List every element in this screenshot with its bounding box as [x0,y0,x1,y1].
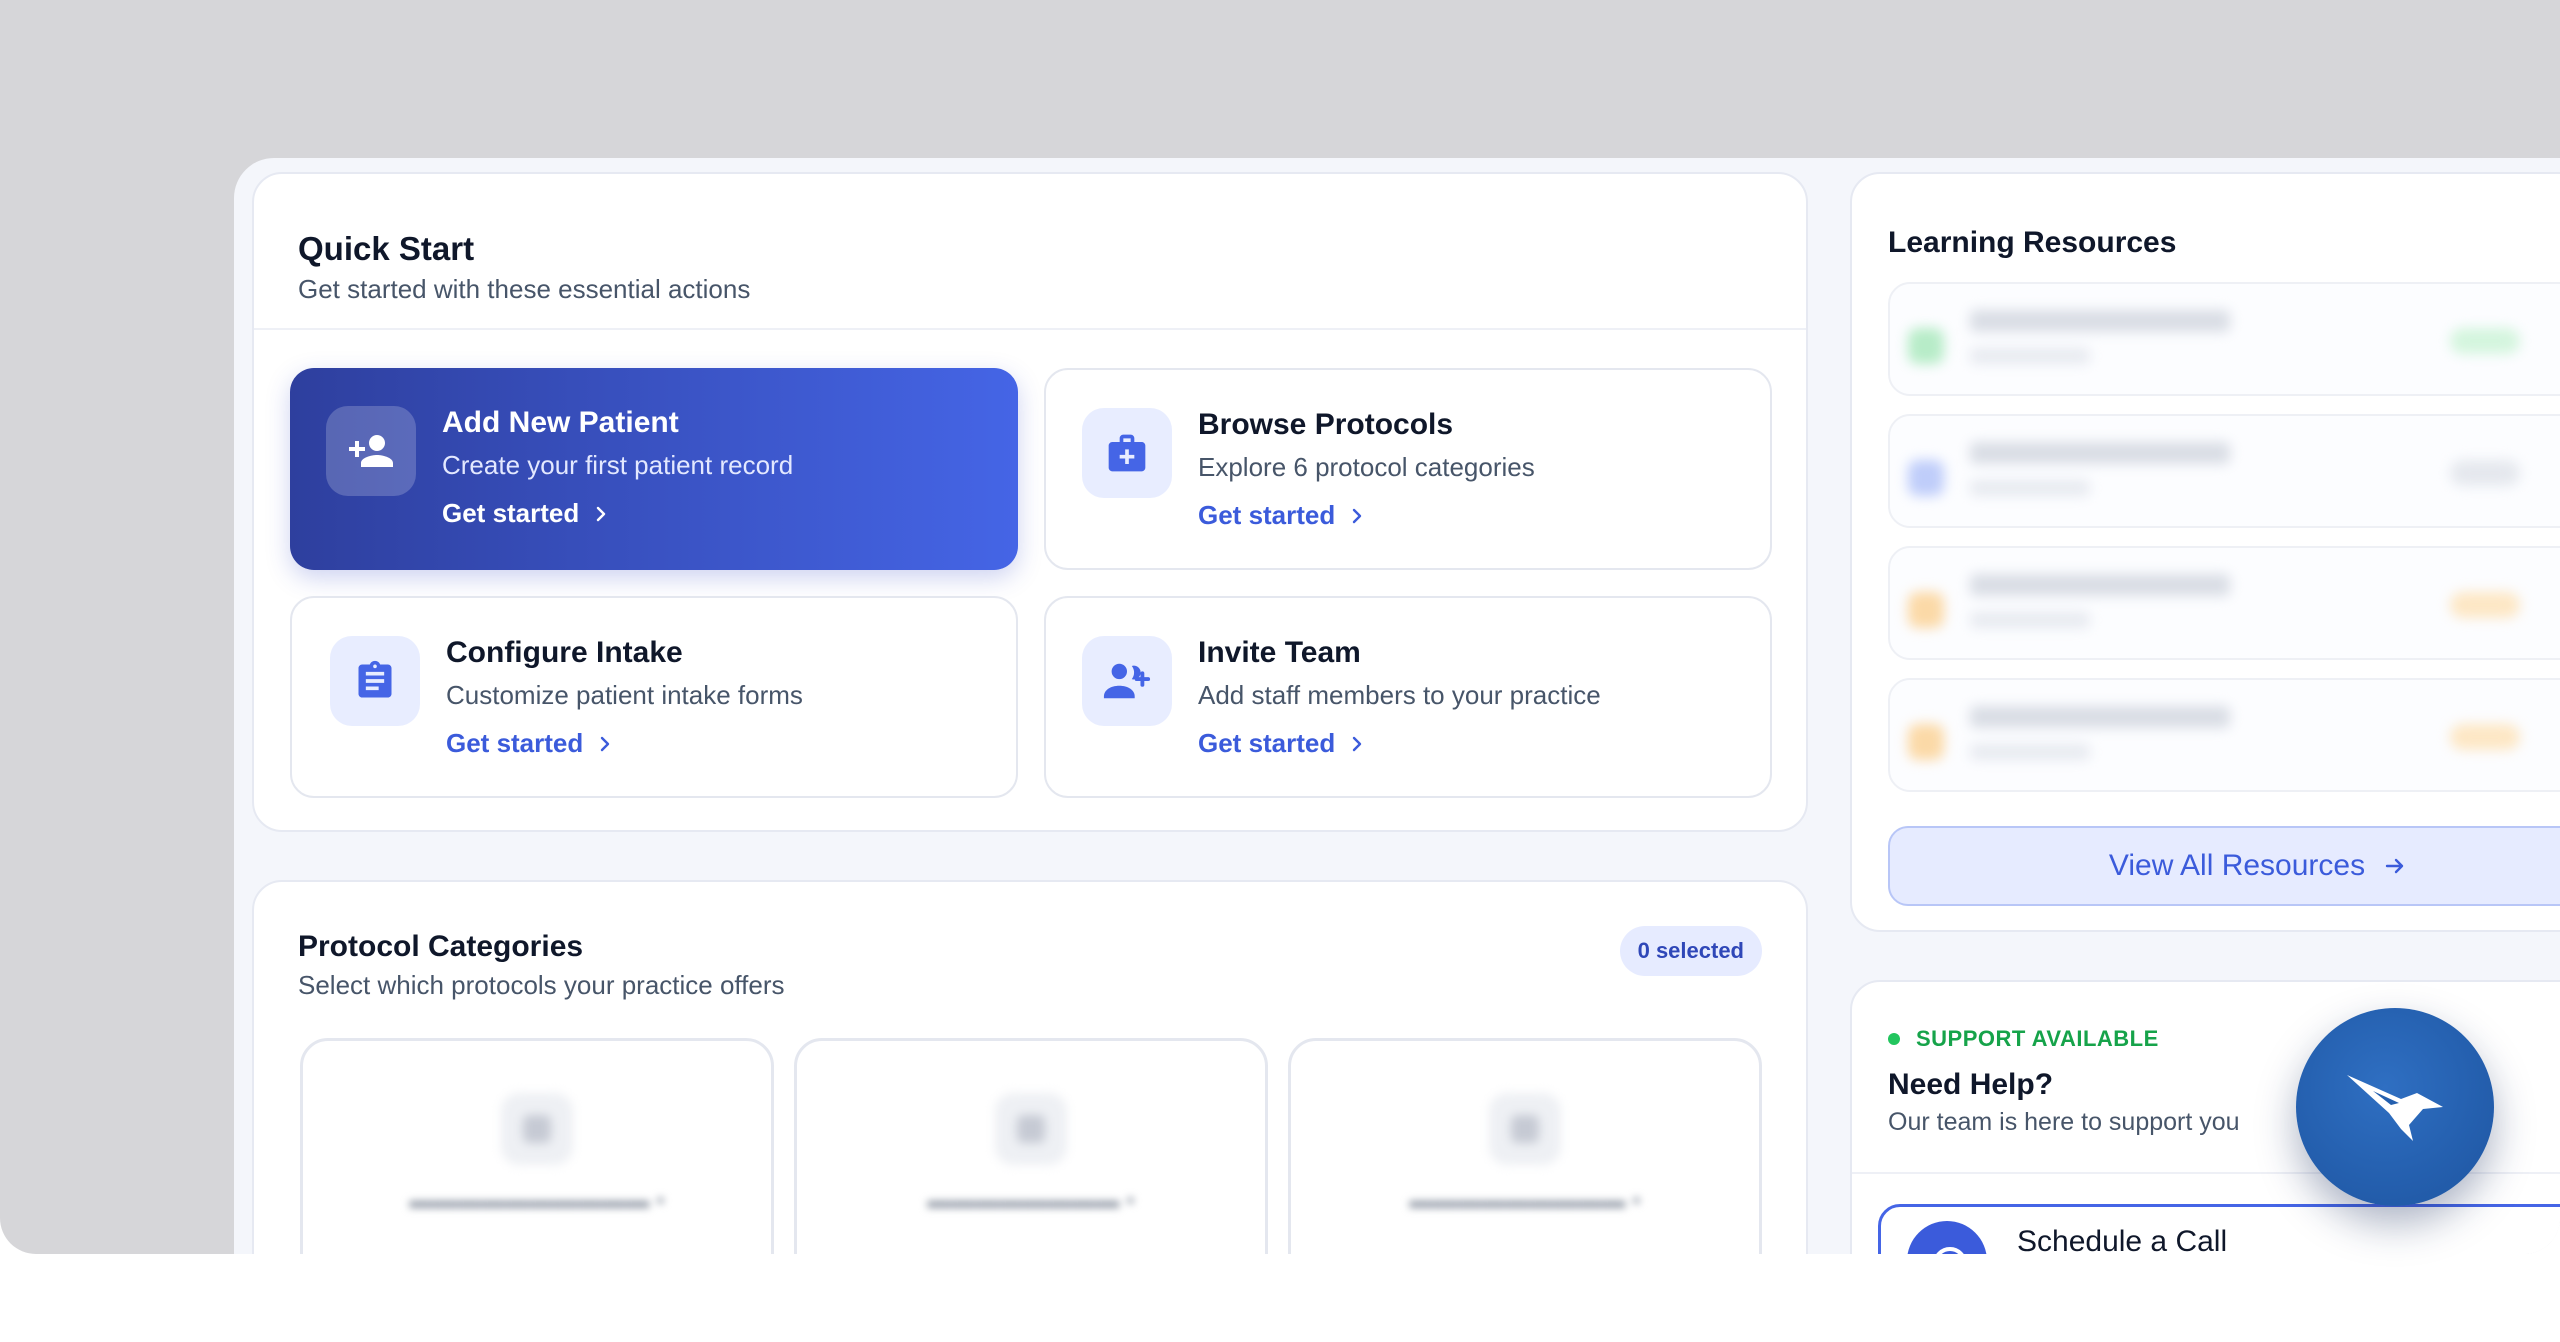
resource-item[interactable] [1888,546,2560,660]
need-help-title: Need Help? [1888,1068,2054,1101]
view-all-resources-button[interactable]: View All Resources [1888,826,2560,906]
get-started-link[interactable]: Get started [1198,500,1365,531]
category-icon [1489,1093,1561,1165]
selected-count-badge: 0 selected [1619,926,1762,976]
protocol-categories-title: Protocol Categories [298,930,584,963]
action-description: Customize patient intake forms [446,680,803,710]
quick-start-subtitle: Get started with these essential actions [298,274,751,304]
schedule-call-label: Schedule a Call [2017,1225,2228,1254]
schedule-call-button[interactable]: Schedule a Call [1878,1204,2560,1254]
get-started-label: Get started [442,498,580,528]
app-content: Quick Start Get started with these essen… [234,158,2560,1254]
protocol-category-tile[interactable]: ▬▬▬▬▬▬▬▬ ▪ [794,1038,1268,1254]
get-started-label: Get started [1198,728,1336,758]
team-add-icon [1082,636,1172,726]
category-icon [995,1093,1067,1165]
resource-item[interactable] [1888,414,2560,528]
support-status: SUPPORT AVAILABLE [1888,1026,2159,1052]
chevron-right-icon [1353,736,1362,751]
add-user-icon [326,406,416,496]
get-started-label: Get started [446,728,584,758]
category-label-blurred: ▬▬▬▬▬▬▬▬ ▪ [927,1187,1135,1214]
chevron-right-icon [1353,508,1362,523]
need-help-subtitle: Our team is here to support you [1888,1108,2240,1136]
get-started-label: Get started [1198,500,1336,530]
resource-item-blurred [1890,416,2560,526]
bird-logo-icon [2347,1075,2443,1141]
assistant-fab-button[interactable] [2296,1008,2494,1206]
action-description: Create your first patient record [442,450,794,480]
resource-item[interactable] [1888,282,2560,396]
learning-resources-card: Learning Resources View All Resources [1850,172,2560,932]
get-started-link[interactable]: Get started [446,728,613,759]
action-title: Add New Patient [442,406,679,439]
action-title: Browse Protocols [1198,408,1454,441]
action-description: Explore 6 protocol categories [1198,452,1535,482]
window-frame: Quick Start Get started with these essen… [0,0,2560,1254]
category-label-blurred: ▬▬▬▬▬▬▬▬▬ ▪ [1409,1187,1641,1214]
calendar-icon [1907,1221,1987,1254]
category-icon [501,1093,573,1165]
quick-start-title: Quick Start [298,230,475,267]
add-new-patient-card[interactable]: Add New Patient Create your first patien… [290,368,1018,570]
browse-protocols-card[interactable]: Browse Protocols Explore 6 protocol cate… [1044,368,1772,570]
protocol-categories-subtitle: Select which protocols your practice off… [298,970,785,1000]
action-description: Add staff members to your practice [1198,680,1601,710]
resource-item[interactable] [1888,678,2560,792]
configure-intake-card[interactable]: Configure Intake Customize patient intak… [290,596,1018,798]
category-label-blurred: ▬▬▬▬▬▬▬▬▬▬ ▪ [409,1187,665,1214]
chevron-right-icon [601,736,610,751]
protocol-category-tile[interactable]: ▬▬▬▬▬▬▬▬▬▬ ▪ [300,1038,774,1254]
support-status-label: SUPPORT AVAILABLE [1916,1026,2159,1051]
action-title: Invite Team [1198,636,1361,669]
action-title: Configure Intake [446,636,683,669]
get-started-link[interactable]: Get started [442,498,609,529]
quick-start-header: Quick Start Get started with these essen… [254,174,1806,330]
protocol-category-tile[interactable]: ▬▬▬▬▬▬▬▬▬ ▪ [1288,1038,1762,1254]
learning-resources-title: Learning Resources [1888,226,2177,259]
invite-team-card[interactable]: Invite Team Add staff members to your pr… [1044,596,1772,798]
resource-item-blurred [1890,548,2560,658]
protocol-categories-card: Protocol Categories Select which protoco… [252,880,1808,1254]
get-started-link[interactable]: Get started [1198,728,1365,759]
quick-start-card: Quick Start Get started with these essen… [252,172,1808,832]
medical-kit-icon [1082,408,1172,498]
resource-item-blurred [1890,284,2560,394]
resource-item-blurred [1890,680,2560,790]
view-all-resources-label: View All Resources [2108,849,2366,882]
clipboard-icon [330,636,420,726]
status-dot-icon [1888,1033,1900,1045]
arrow-right-icon [2385,858,2404,874]
chevron-right-icon [597,506,606,521]
